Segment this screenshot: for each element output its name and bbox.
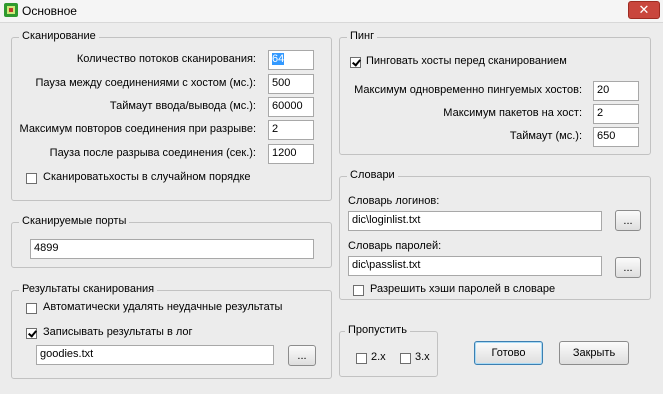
skip-3x-checkbox[interactable] — [400, 353, 411, 364]
auto-delete-label: Автоматически удалять неудачные результа… — [43, 301, 283, 313]
log-results-checkbox[interactable] — [26, 328, 37, 339]
log-results-label: Записывать результаты в лог — [43, 326, 193, 338]
pause-input[interactable]: 500 — [268, 74, 314, 94]
ping-timeout-input[interactable]: 650 — [593, 127, 639, 147]
threads-label: Количество потоков сканирования: — [76, 53, 256, 65]
pause-label: Пауза между соединениями с хостом (мс.): — [35, 77, 256, 89]
auto-delete-checkbox[interactable] — [26, 303, 37, 314]
app-icon — [4, 3, 18, 17]
skip-3x-label: 3.x — [415, 351, 430, 363]
max-hosts-label: Максимум одновременно пингуемых хостов: — [354, 84, 582, 96]
pause-after-label: Пауза после разрыва соединения (сек.): — [49, 147, 256, 159]
logins-dict-browse-button[interactable]: ... — [615, 210, 641, 231]
max-hosts-input[interactable]: 20 — [593, 81, 639, 101]
ping-timeout-label: Таймаут (мс.): — [509, 130, 582, 142]
close-window-button[interactable]: ✕ — [628, 1, 660, 19]
ok-button[interactable]: Готово — [474, 341, 543, 365]
threads-input[interactable]: 64 — [268, 50, 314, 70]
allow-hash-label: Разрешить хэши паролей в словаре — [370, 283, 556, 295]
pause-after-input[interactable]: 1200 — [268, 144, 314, 164]
max-packets-input[interactable]: 2 — [593, 104, 639, 124]
ports-input[interactable]: 4899 — [30, 239, 314, 259]
retries-label: Максимум повторов соединения при разрыве… — [19, 123, 256, 135]
log-file-browse-button[interactable]: ... — [288, 345, 316, 366]
ping-hosts-label: Пинговать хосты перед сканированием — [366, 55, 567, 67]
dicts-group-legend: Словари — [347, 169, 398, 181]
passwords-dict-label: Словарь паролей: — [348, 240, 442, 252]
passwords-dict-browse-button[interactable]: ... — [615, 257, 641, 278]
random-order-label: Сканироватьхосты в случайном порядке — [43, 171, 251, 183]
io-timeout-input[interactable]: 60000 — [268, 97, 314, 117]
random-order-checkbox[interactable] — [26, 173, 37, 184]
max-packets-label: Максимум пакетов на хост: — [443, 107, 582, 119]
ports-group-legend: Сканируемые порты — [19, 215, 130, 227]
skip-2x-checkbox[interactable] — [356, 353, 367, 364]
retries-input[interactable]: 2 — [268, 120, 314, 140]
allow-hash-checkbox[interactable] — [353, 285, 364, 296]
scan-group-legend: Сканирование — [19, 30, 99, 42]
ping-group-legend: Пинг — [347, 30, 378, 42]
log-file-input[interactable]: goodies.txt — [36, 345, 274, 365]
passwords-dict-input[interactable]: dic\passlist.txt — [348, 256, 602, 276]
window-title: Основное — [22, 4, 77, 18]
skip-2x-label: 2.x — [371, 351, 386, 363]
results-group-legend: Результаты сканирования — [19, 283, 158, 295]
close-button[interactable]: Закрыть — [559, 341, 629, 365]
ping-hosts-checkbox[interactable] — [350, 57, 361, 68]
skip-group-legend: Пропустить — [345, 324, 410, 336]
logins-dict-label: Словарь логинов: — [348, 195, 440, 207]
io-timeout-label: Таймаут ввода/вывода (мс.): — [109, 100, 256, 112]
title-bar: Основное ✕ — [0, 0, 663, 23]
logins-dict-input[interactable]: dic\loginlist.txt — [348, 211, 602, 231]
